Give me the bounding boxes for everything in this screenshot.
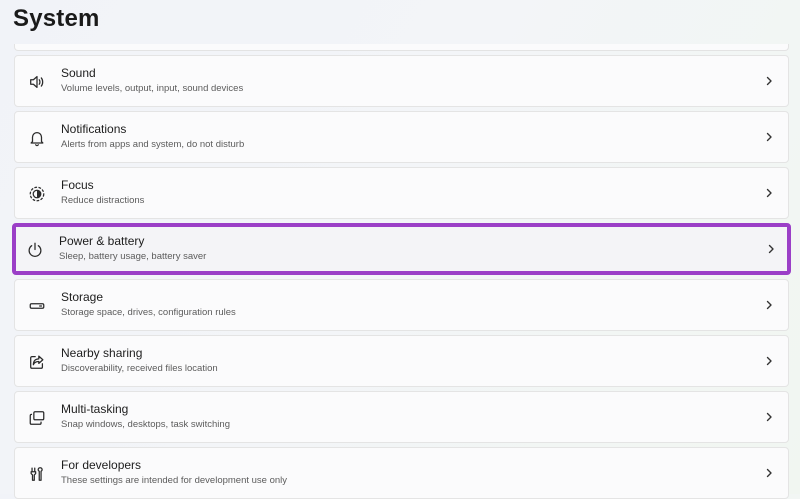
settings-item-description: Reduce distractions [61, 195, 145, 206]
settings-item-storage[interactable]: Storage Storage space, drives, configura… [14, 279, 789, 331]
settings-item-description: Snap windows, desktops, task switching [61, 419, 230, 430]
speaker-icon [28, 73, 46, 91]
settings-item-label: For developers [61, 458, 142, 472]
multitask-icon [28, 409, 46, 427]
drive-icon [28, 297, 46, 315]
bell-icon [28, 129, 46, 147]
settings-list: Sound Volume levels, output, input, soun… [12, 44, 791, 499]
chevron-right-icon [764, 410, 774, 424]
chevron-right-icon [764, 186, 774, 200]
share-icon [28, 353, 46, 371]
power-icon [26, 241, 44, 259]
settings-item-multitasking[interactable]: Multi-tasking Snap windows, desktops, ta… [14, 391, 789, 443]
settings-item-label: Notifications [61, 122, 127, 136]
settings-item-description: Storage space, drives, configuration rul… [61, 307, 236, 318]
focus-icon [28, 185, 46, 203]
settings-item-label: Power & battery [59, 234, 145, 248]
settings-item-label: Storage [61, 290, 104, 304]
chevron-right-icon [764, 466, 774, 480]
settings-item-label: Multi-tasking [61, 402, 129, 416]
chevron-right-icon [764, 298, 774, 312]
settings-item-description: Sleep, battery usage, battery saver [59, 251, 207, 262]
settings-item-description: Alerts from apps and system, do not dist… [61, 139, 245, 150]
settings-item-description: Discoverability, received files location [61, 363, 218, 374]
chevron-right-icon [766, 242, 776, 256]
settings-item-label: Focus [61, 178, 94, 192]
settings-item-description: Volume levels, output, input, sound devi… [61, 83, 244, 94]
settings-item-sound[interactable]: Sound Volume levels, output, input, soun… [14, 55, 789, 107]
settings-item-for-developers[interactable]: For developers These settings are intend… [14, 447, 789, 499]
settings-item-focus[interactable]: Focus Reduce distractions [14, 167, 789, 219]
settings-item-label: Sound [61, 66, 96, 80]
chevron-right-icon [764, 130, 774, 144]
chevron-right-icon [764, 354, 774, 368]
list-item-partial [14, 44, 789, 51]
page-title: System [13, 5, 100, 32]
settings-item-label: Nearby sharing [61, 346, 143, 360]
developer-tools-icon [28, 465, 46, 483]
settings-item-notifications[interactable]: Notifications Alerts from apps and syste… [14, 111, 789, 163]
chevron-right-icon [764, 74, 774, 88]
settings-item-power-battery[interactable]: Power & battery Sleep, battery usage, ba… [12, 223, 791, 275]
settings-item-nearby-sharing[interactable]: Nearby sharing Discoverability, received… [14, 335, 789, 387]
settings-item-description: These settings are intended for developm… [61, 475, 288, 486]
